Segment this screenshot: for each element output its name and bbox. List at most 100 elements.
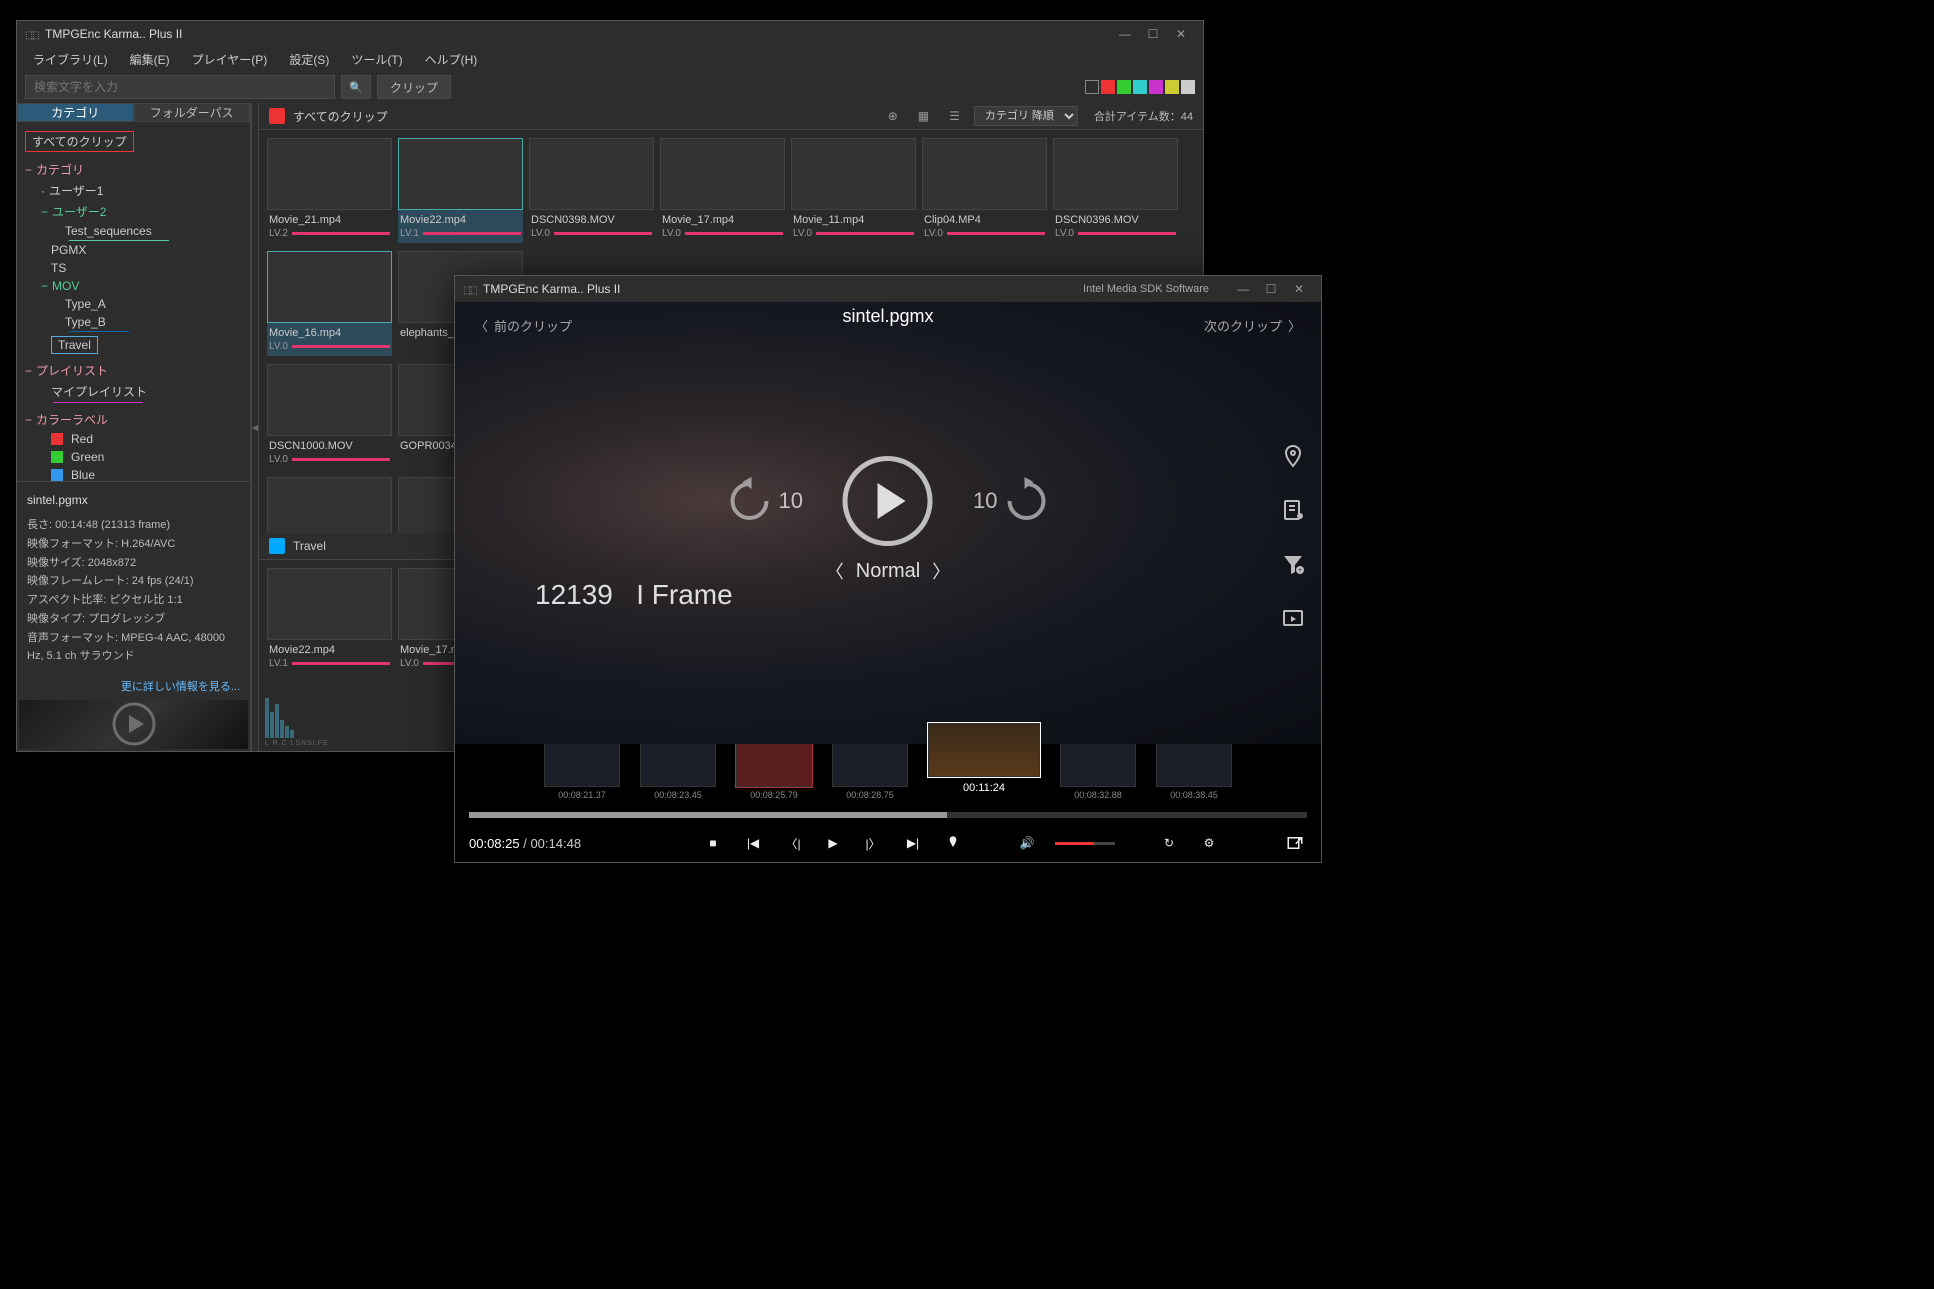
video-viewport[interactable]: 10 10 〈 Normal 〉 12139 I Frame + + [455, 302, 1321, 744]
tree-user2[interactable]: − ユーザー2 [21, 201, 246, 222]
minimize-button[interactable]: ― [1111, 27, 1139, 41]
menu-tools[interactable]: ツール(T) [341, 48, 412, 71]
speed-down-icon[interactable]: 〈 [826, 558, 844, 584]
clip-name: Movie_21.mp4 [267, 210, 392, 228]
search-input[interactable] [25, 75, 335, 99]
speed-control[interactable]: 〈 Normal 〉 [826, 558, 950, 584]
fullscreen-button[interactable] [1283, 831, 1307, 855]
tree-color-red[interactable]: Red [21, 430, 246, 448]
tree-type-b[interactable]: Type_B [21, 313, 246, 331]
step-fwd-button[interactable]: |〉 [861, 831, 885, 855]
menu-help[interactable]: ヘルプ(H) [415, 48, 488, 71]
filmstrip-item[interactable]: 00:08:32.88 [1060, 743, 1136, 800]
add-marker-button[interactable] [941, 831, 965, 855]
sort-select[interactable]: カテゴリ 降順 [974, 106, 1078, 126]
add-icon[interactable]: ⊕ [882, 109, 904, 123]
player-titlebar[interactable]: TMPGEnc Karma.. Plus II Intel Media SDK … [455, 276, 1321, 302]
menu-library[interactable]: ライブラリ(L) [23, 48, 118, 71]
info-line: 映像フレームレート: 24 fps (24/1) [27, 572, 240, 591]
tree-user1[interactable]: · ユーザー1 [21, 180, 246, 201]
tree-type-a[interactable]: Type_A [21, 295, 246, 313]
clip-thumbnail [922, 138, 1047, 210]
speed-up-icon[interactable]: 〉 [932, 558, 950, 584]
clip-item[interactable]: Movie_21.mp4LV.2 [267, 138, 392, 243]
clip-thumbnail [529, 138, 654, 210]
tree-color-blue[interactable]: Blue [21, 466, 246, 482]
color-swatch[interactable] [1181, 80, 1195, 94]
popout-tool-icon[interactable] [1279, 604, 1307, 632]
tree-all-clips[interactable]: すべてのクリップ [25, 131, 134, 152]
play-button-overlay[interactable] [843, 456, 933, 546]
clip-item[interactable]: Clip04.MP4LV.0 [922, 138, 1047, 243]
loop-button[interactable]: ↻ [1157, 831, 1181, 855]
clip-item[interactable]: Movie22.mp4LV.1 [398, 138, 523, 243]
clip-item[interactable]: Movie22.mp4LV.1 [267, 568, 392, 673]
prev-button[interactable]: |◀ [741, 831, 765, 855]
filmstrip-item[interactable]: 00:08:38.45 [1156, 743, 1232, 800]
filmstrip-item[interactable]: 00:08:28.75 [832, 743, 908, 800]
stop-button[interactable]: ■ [701, 831, 725, 855]
color-swatch[interactable] [1149, 80, 1163, 94]
clip-item[interactable]: Movie_16.mp4LV.0 [267, 251, 392, 356]
clip-item[interactable]: Movie_17.mp4LV.0 [660, 138, 785, 243]
player-close-button[interactable]: ✕ [1285, 282, 1313, 296]
titlebar[interactable]: TMPGEnc Karma.. Plus II ― ☐ ✕ [17, 21, 1203, 47]
menu-settings[interactable]: 設定(S) [279, 48, 339, 71]
notes-tool-icon[interactable]: + [1279, 496, 1307, 524]
step-back-button[interactable]: 〈| [781, 831, 805, 855]
color-swatch[interactable] [1133, 80, 1147, 94]
color-swatch[interactable] [1165, 80, 1179, 94]
color-swatch[interactable] [1085, 80, 1099, 94]
skip-back-button[interactable]: 10 [725, 476, 803, 526]
filmstrip-item[interactable]: 00:08:25.79 [736, 743, 812, 800]
tree-pgmx[interactable]: PGMX [21, 241, 246, 259]
tree-color-green[interactable]: Green [21, 448, 246, 466]
tree-playlist-root[interactable]: − プレイリスト [21, 360, 246, 381]
maximize-button[interactable]: ☐ [1139, 27, 1167, 41]
tree-ts[interactable]: TS [21, 259, 246, 277]
player-maximize-button[interactable]: ☐ [1257, 282, 1285, 296]
tab-folderpath[interactable]: フォルダーパス [134, 103, 251, 122]
clip-item[interactable]: DSCN1000.MOVLV.0 [267, 364, 392, 469]
more-info-link[interactable]: 更に詳しい情報を見る... [17, 674, 250, 698]
player-minimize-button[interactable]: ― [1229, 282, 1257, 296]
clip-item[interactable]: Movie_11.mp4LV.0 [791, 138, 916, 243]
grid-view-icon[interactable]: ▦ [912, 109, 935, 123]
clip-bar [1078, 232, 1176, 235]
clip-item[interactable]: DSCN0396.MOVLV.0 [1053, 138, 1178, 243]
color-swatch[interactable] [1117, 80, 1131, 94]
sidebar-preview[interactable] [19, 700, 248, 749]
filmstrip-item[interactable]: 00:08:23.45 [640, 743, 716, 800]
tree-travel[interactable]: Travel [51, 336, 98, 354]
tree-my-playlist[interactable]: マイプレイリスト [21, 381, 246, 402]
volume-slider[interactable] [1055, 842, 1115, 845]
skip-fwd-button[interactable]: 10 [973, 476, 1051, 526]
filmstrip[interactable]: 00:08:21.37 00:08:23.45 00:08:25.79 00:08:2… [455, 744, 1321, 804]
menu-edit[interactable]: 編集(E) [120, 48, 180, 71]
color-swatch[interactable] [1101, 80, 1115, 94]
filmstrip-item[interactable]: 00:08:21.37 [544, 743, 620, 800]
splitter[interactable] [251, 103, 259, 751]
tree-test-seq[interactable]: Test_sequences [21, 222, 246, 240]
filmstrip-item[interactable]: 00:11:24 [928, 731, 1040, 800]
filter-tool-icon[interactable]: + [1279, 550, 1307, 578]
next-button[interactable]: ▶| [901, 831, 925, 855]
tree-mov[interactable]: − MOV [21, 277, 246, 295]
tree-category-root[interactable]: − カテゴリ [21, 159, 246, 180]
settings-button[interactable]: ⚙ [1197, 831, 1221, 855]
search-button[interactable]: 🔍 [341, 75, 371, 99]
volume-icon[interactable]: 🔊 [1015, 831, 1039, 855]
clip-filter-button[interactable]: クリップ [377, 75, 451, 99]
clip-item[interactable] [267, 477, 392, 532]
list-view-icon[interactable]: ☰ [943, 109, 966, 123]
menu-player[interactable]: プレイヤー(P) [182, 48, 278, 71]
prev-clip-button[interactable]: 〈前のクリップ [475, 316, 572, 335]
marker-tool-icon[interactable] [1279, 442, 1307, 470]
tab-category[interactable]: カテゴリ [17, 103, 134, 122]
progress-bar[interactable] [469, 812, 1307, 818]
clip-item[interactable]: DSCN0398.MOVLV.0 [529, 138, 654, 243]
tree-colorlabel-root[interactable]: − カラーラベル [21, 409, 246, 430]
close-button[interactable]: ✕ [1167, 27, 1195, 41]
next-clip-button[interactable]: 次のクリップ〉 [1204, 316, 1301, 335]
play-button[interactable]: ▶ [821, 831, 845, 855]
